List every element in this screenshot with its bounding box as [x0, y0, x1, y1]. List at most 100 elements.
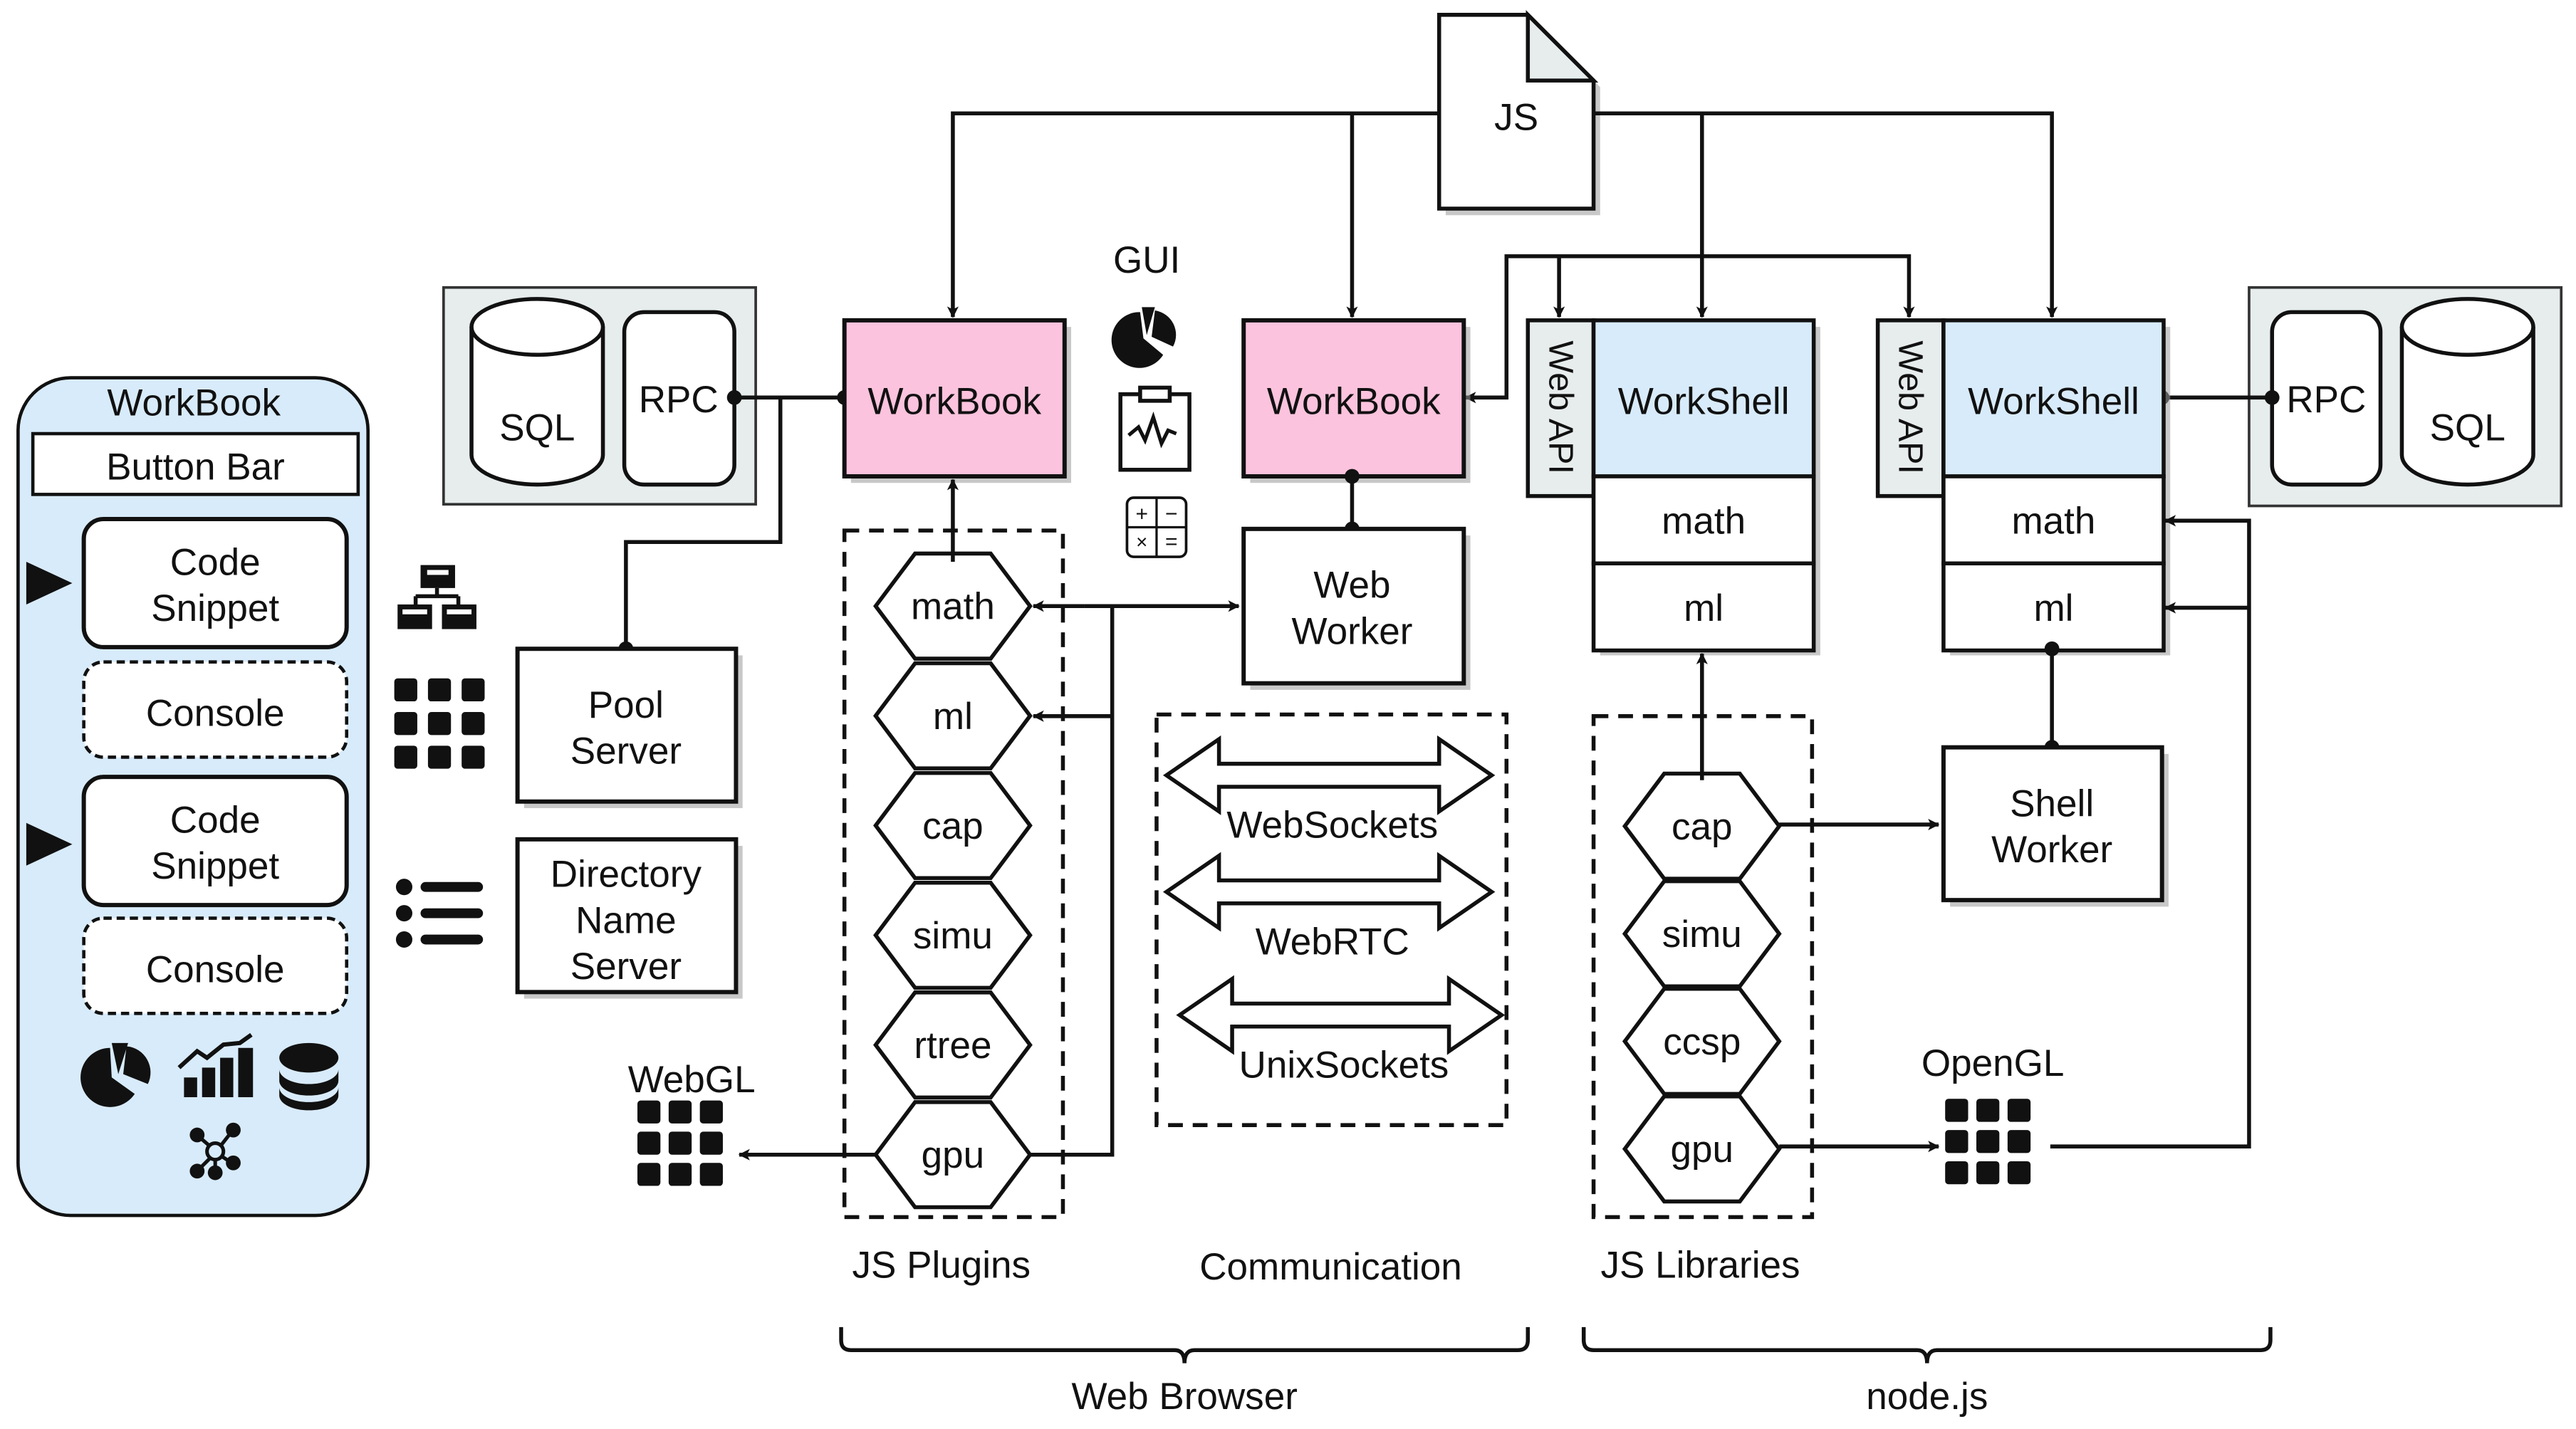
communication-caption: Communication [1199, 1246, 1462, 1288]
opengl-label: OpenGL [1921, 1042, 2065, 1084]
grid-cell [668, 1163, 692, 1186]
js-libraries-caption: JS Libraries [1600, 1245, 1800, 1287]
button-bar[interactable]: Button Bar [31, 431, 360, 496]
grid-cell [1945, 1161, 1968, 1185]
workshell-1[interactable]: Web API WorkShell math ml [1526, 318, 1820, 656]
double-arrow-icon [1162, 852, 1496, 932]
directory-server-line1: Directory [551, 854, 702, 896]
left-storage-group: SQL RPC [442, 286, 757, 506]
plugin-cap[interactable]: cap [873, 770, 1033, 881]
svg-text:×: × [1136, 531, 1147, 553]
workshell-module-math[interactable]: math [1941, 474, 2166, 566]
library-simu[interactable]: simu [1622, 879, 1782, 989]
grid-cell [699, 1131, 723, 1155]
code-cell-1-line2: Snippet [151, 587, 279, 629]
right-storage-group: RPC SQL [2248, 286, 2563, 508]
library-ccsp[interactable]: ccsp [1622, 986, 1782, 1096]
hierarchy-icon [397, 565, 476, 629]
web-browser-label: Web Browser [1071, 1376, 1297, 1418]
webgl-group: WebGL [628, 1059, 756, 1186]
plugin-simu[interactable]: simu [873, 880, 1033, 990]
grid-cell [668, 1100, 692, 1124]
channel-webrtc: WebRTC [1162, 852, 1496, 963]
grid-cell [427, 678, 452, 702]
web-browser-brace: Web Browser [839, 1326, 1531, 1418]
plugin-math-label: math [911, 586, 995, 628]
grid-cell [1945, 1130, 1968, 1153]
rpc-endpoint[interactable]: RPC [622, 310, 736, 487]
grid-cell [1976, 1099, 2000, 1122]
web-api-tab[interactable]: Web API [1526, 318, 1596, 498]
grid-cell [637, 1131, 661, 1155]
svg-text:=: = [1165, 530, 1178, 554]
channel-unixsockets: UnixSockets [1176, 975, 1506, 1086]
pool-server-line1: Pool [588, 684, 664, 726]
pool-server-line2: Server [570, 731, 682, 773]
button-bar-label: Button Bar [106, 446, 285, 488]
grid-cell [668, 1131, 692, 1155]
directory-server-line3: Server [570, 946, 682, 988]
sql-database[interactable]: SQL [2399, 297, 2535, 487]
module-label: ml [1684, 587, 1724, 629]
calculator-icon: + − × = [1125, 496, 1188, 558]
web-api-tab[interactable]: Web API [1875, 318, 1946, 498]
web-worker-line1: Web [1313, 565, 1390, 607]
workbook-panel-title: WorkBook [107, 382, 281, 424]
channel-label: UnixSockets [1239, 1044, 1449, 1086]
workshell-title: WorkShell [1968, 380, 2139, 422]
nodejs-brace: node.js [1581, 1326, 2273, 1418]
shell-worker[interactable]: Shell Worker [1941, 745, 2169, 907]
directory-name-server[interactable]: Directory Name Server [515, 837, 743, 999]
workshell-title: WorkShell [1618, 380, 1790, 422]
svg-text:−: − [1165, 502, 1178, 525]
js-file-label: JS [1494, 96, 1538, 138]
workshell-2[interactable]: Web API WorkShell math ml [1875, 318, 2171, 656]
channel-label: WebRTC [1256, 921, 1409, 963]
console-cell-2[interactable]: Console [82, 916, 349, 1015]
plugin-ml[interactable]: ml [873, 661, 1033, 770]
console-cell-1[interactable]: Console [82, 660, 349, 759]
pool-server[interactable]: Pool Server [515, 647, 743, 808]
grid-cell [699, 1100, 723, 1124]
workbook-browser-2[interactable]: WorkBook [1241, 318, 1471, 483]
grid-icon [637, 1100, 723, 1186]
console-cell-2-label: Console [146, 949, 285, 991]
shell-worker-line2: Worker [1991, 829, 2112, 871]
workshell-module-math[interactable]: math [1591, 474, 1816, 566]
list-icon [395, 879, 484, 948]
library-cap[interactable]: cap [1622, 771, 1782, 881]
grid-cell [427, 712, 452, 736]
web-worker[interactable]: Web Worker [1241, 469, 1471, 690]
nodejs-label: node.js [1866, 1376, 1988, 1418]
sql-database[interactable]: SQL [469, 297, 605, 487]
plugin-gpu[interactable]: gpu [873, 1100, 1033, 1210]
js-file[interactable]: JS [1436, 10, 1600, 216]
rpc-label: RPC [2286, 379, 2366, 421]
workshell-module-ml[interactable]: ml [1941, 561, 2166, 653]
double-arrow-icon [1176, 975, 1506, 1055]
plugin-math[interactable]: math [873, 551, 1033, 661]
workshell-module-ml[interactable]: ml [1591, 561, 1816, 653]
plugin-rtree[interactable]: rtree [873, 990, 1033, 1100]
grid-cell [462, 712, 485, 736]
pie-chart-icon [1111, 307, 1177, 368]
channel-websockets: WebSockets [1162, 735, 1496, 847]
grid-cell [699, 1163, 723, 1186]
plugin-gpu-label: gpu [922, 1134, 985, 1176]
web-worker-line2: Worker [1291, 610, 1412, 652]
webgl-label: WebGL [628, 1059, 756, 1101]
web-api-label: Web API [1541, 340, 1580, 474]
module-label: math [2011, 501, 2095, 543]
gui-label: GUI [1113, 239, 1180, 281]
workbook-browser-1[interactable]: WorkBook [842, 318, 1072, 483]
library-gpu[interactable]: gpu [1622, 1094, 1782, 1204]
opengl-group: OpenGL [1921, 1042, 2065, 1185]
workbook-label: WorkBook [867, 380, 1041, 422]
sql-label: SQL [499, 407, 575, 449]
grid-cell [2007, 1161, 2031, 1185]
sql-label: SQL [2430, 407, 2505, 449]
rpc-endpoint[interactable]: RPC [2270, 310, 2383, 487]
double-arrow-icon [1162, 735, 1496, 815]
library-cap-label: cap [1672, 806, 1733, 848]
grid-icon [394, 678, 485, 769]
